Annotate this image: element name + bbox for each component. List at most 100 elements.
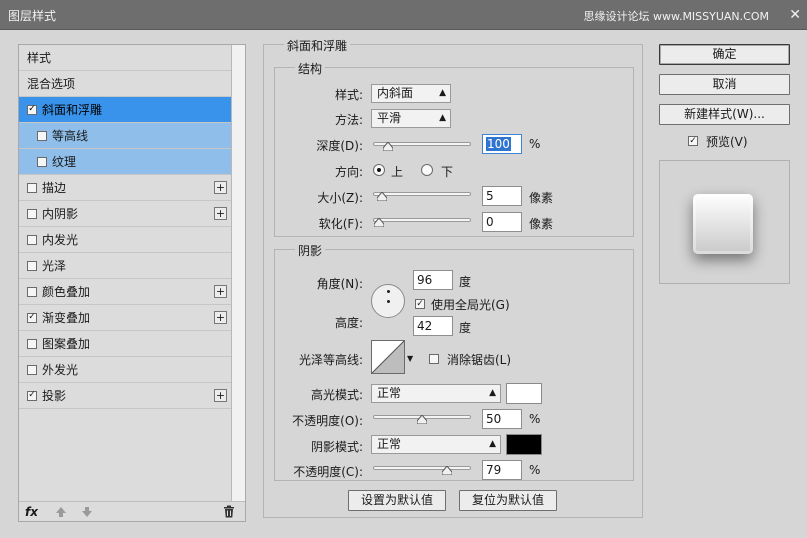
angle-input[interactable]: 96 [413,270,453,290]
effect-checkbox[interactable] [27,260,37,271]
title-bar: 图层样式 思缘设计论坛 www.MISSYUAN.COM ✕ [0,0,807,30]
soften-slider[interactable] [373,218,471,227]
sidebar-item[interactable]: 外发光 [19,357,231,383]
sidebar-item[interactable]: 内阴影 + [19,201,231,227]
preview-swatch [693,194,753,254]
size-unit: 像素 [529,191,554,205]
sidebar-item[interactable]: 样式 [19,45,231,71]
layer-style-dialog: 样式 混合选项 ✓ 斜面和浮雕 等高线 纹理 描边 + 内阴影 + 内发光 光泽 颜色叠加 + ✓ 渐变叠加 +… [0,30,807,538]
sidebar-item-label: 外发光 [42,363,79,377]
effect-checkbox[interactable]: ✓ [27,390,37,401]
arrow-down-icon[interactable] [81,506,93,518]
effects-scrollbar[interactable] [231,45,245,501]
shadow-opacity-input[interactable]: 79 [482,460,522,480]
sidebar-item[interactable]: 颜色叠加 + [19,279,231,305]
effect-checkbox[interactable] [27,182,37,193]
effect-checkbox[interactable] [27,208,37,219]
size-slider-thumb[interactable] [377,192,388,201]
sidebar-item[interactable]: 混合选项 [19,71,231,97]
gloss-contour-swatch[interactable] [371,340,405,374]
make-default-button[interactable]: 设置为默认值 [348,490,446,511]
cancel-button[interactable]: 取消 [659,74,790,95]
highlight-color-swatch[interactable] [506,383,542,404]
close-icon[interactable]: ✕ [789,7,801,23]
angle-dial[interactable] [371,284,405,318]
highlight-opacity-input[interactable]: 50 [482,409,522,429]
depth-label: 深度(D): [316,139,363,153]
size-slider[interactable] [373,192,471,201]
arrow-up-icon[interactable] [55,506,67,518]
sidebar-item[interactable]: 描边 + [19,175,231,201]
sidebar-item[interactable]: 光泽 [19,253,231,279]
altitude-input[interactable]: 42 [413,316,453,336]
section-title: 斜面和浮雕 [284,37,351,54]
new-style-button[interactable]: 新建样式(W)... [659,104,790,125]
antialias-checkbox[interactable] [429,354,439,364]
preview-label: 预览(V) [706,135,748,149]
soften-input[interactable]: 0 [482,212,522,232]
method-select[interactable]: 平滑 ▲ [371,109,451,128]
gloss-contour-label: 光泽等高线: [298,353,363,367]
shadow-opacity-thumb[interactable] [441,466,452,475]
direction-down-radio[interactable] [421,164,433,176]
size-input[interactable]: 5 [482,186,522,206]
sidebar-item[interactable]: ✓ 斜面和浮雕 [19,97,231,123]
sidebar-item-label: 内阴影 [42,207,79,221]
sidebar-item[interactable]: ✓ 渐变叠加 + [19,305,231,331]
effects-toolbar: fx [19,501,245,522]
soften-slider-thumb[interactable] [374,218,384,227]
global-light-checkbox[interactable]: ✓ [415,299,425,309]
shadow-opacity-slider[interactable] [373,466,471,475]
sidebar-item-label: 等高线 [52,129,89,143]
sidebar-item[interactable]: 图案叠加 [19,331,231,357]
sidebar-item[interactable]: 纹理 [19,149,231,175]
effect-checkbox[interactable] [37,156,47,167]
highlight-opacity-thumb[interactable] [417,415,427,424]
depth-slider[interactable] [373,142,471,151]
structure-title: 结构 [295,60,326,77]
effect-checkbox[interactable]: ✓ [27,312,37,323]
structure-group: 结构 样式: 内斜面 ▲ 方法: 平滑 ▲ 深度(D): 100 % 方向: 上 下… [274,60,634,237]
add-effect-icon[interactable]: + [214,285,227,298]
effect-checkbox[interactable] [27,286,37,297]
style-select[interactable]: 内斜面 ▲ [371,84,451,103]
sidebar-item[interactable]: 内发光 [19,227,231,253]
fx-button[interactable]: fx [25,505,38,519]
effect-checkbox[interactable] [27,338,37,349]
add-effect-icon[interactable]: + [214,207,227,220]
sidebar-item[interactable]: 等高线 [19,123,231,149]
depth-input[interactable]: 100 [482,134,522,154]
highlight-opacity-slider[interactable] [373,415,471,424]
trash-icon[interactable] [223,505,235,518]
highlight-mode-select[interactable]: 正常 ▲ [371,384,501,403]
sidebar-item-label: 光泽 [42,259,67,273]
effect-checkbox[interactable] [27,234,37,245]
sidebar-item-label: 样式 [27,51,52,65]
depth-slider-thumb[interactable] [382,142,393,151]
direction-label: 方向: [334,165,363,179]
sidebar-item-label: 内发光 [42,233,79,247]
chevron-down-icon[interactable]: ▼ [407,354,413,363]
sidebar-item[interactable]: ✓ 投影 + [19,383,231,409]
shadow-opacity-unit: % [529,463,541,477]
effect-checkbox[interactable] [37,130,47,141]
preview-checkbox[interactable]: ✓ [688,136,698,146]
sidebar-item-label: 图案叠加 [42,337,91,351]
shadow-mode-select[interactable]: 正常 ▲ [371,435,501,454]
effect-checkbox[interactable] [27,364,37,375]
shadow-color-swatch[interactable] [506,434,542,455]
altitude-label: 高度: [334,316,363,330]
highlight-opacity-unit: % [529,412,541,426]
sidebar-item-label: 纹理 [52,155,77,169]
add-effect-icon[interactable]: + [214,181,227,194]
sidebar-item-label: 描边 [42,181,67,195]
shadow-opacity-label: 不透明度(C): [293,465,363,479]
bevel-emboss-section: 斜面和浮雕 结构 样式: 内斜面 ▲ 方法: 平滑 ▲ 深度(D): 100 % 方… [263,37,643,518]
direction-up-radio[interactable] [373,164,385,176]
add-effect-icon[interactable]: + [214,311,227,324]
effect-checkbox[interactable]: ✓ [27,104,37,115]
ok-button[interactable]: 确定 [659,44,790,65]
add-effect-icon[interactable]: + [214,389,227,402]
reset-default-button[interactable]: 复位为默认值 [459,490,557,511]
soften-label: 软化(F): [318,217,363,231]
